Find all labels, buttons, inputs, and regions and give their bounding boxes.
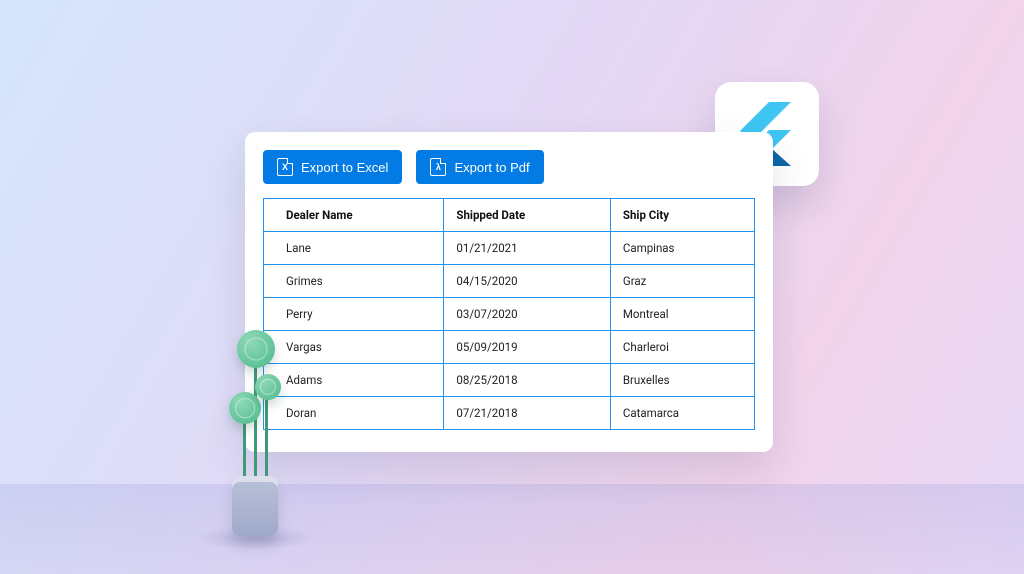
cell-date: 01/21/2021 [444,232,610,265]
export-excel-button[interactable]: X Export to Excel [263,150,402,184]
cell-city: Bruxelles [610,364,754,397]
cell-date: 05/09/2019 [444,331,610,364]
plant-shadow [195,526,315,550]
cell-city: Graz [610,265,754,298]
cell-city: Charleroi [610,331,754,364]
pdf-file-icon: λ [430,158,446,176]
col-header-dealer[interactable]: Dealer Name [264,199,444,232]
cell-dealer: Lane [264,232,444,265]
table-row[interactable]: Doran07/21/2018Catamarca [264,397,755,430]
excel-file-icon: X [277,158,293,176]
cell-date: 04/15/2020 [444,265,610,298]
cell-date: 08/25/2018 [444,364,610,397]
table-row[interactable]: Vargas05/09/2019Charleroi [264,331,755,364]
datagrid-card: X Export to Excel λ Export to Pdf Dealer… [245,132,773,452]
cell-dealer: Perry [264,298,444,331]
cell-date: 07/21/2018 [444,397,610,430]
floor-gradient [0,484,1024,574]
export-excel-label: Export to Excel [301,160,388,175]
col-header-city[interactable]: Ship City [610,199,754,232]
header-row: Dealer Name Shipped Date Ship City [264,199,755,232]
background: X Export to Excel λ Export to Pdf Dealer… [0,0,1024,574]
table-row[interactable]: Lane01/21/2021Campinas [264,232,755,265]
col-header-shipped[interactable]: Shipped Date [444,199,610,232]
cell-dealer: Doran [264,397,444,430]
export-pdf-label: Export to Pdf [454,160,529,175]
cell-dealer: Vargas [264,331,444,364]
cell-dealer: Adams [264,364,444,397]
table-row[interactable]: Grimes04/15/2020Graz [264,265,755,298]
grid-body: Lane01/21/2021CampinasGrimes04/15/2020Gr… [264,232,755,430]
table-row[interactable]: Adams08/25/2018Bruxelles [264,364,755,397]
export-pdf-button[interactable]: λ Export to Pdf [416,150,543,184]
cell-city: Montreal [610,298,754,331]
cell-city: Catamarca [610,397,754,430]
cell-date: 03/07/2020 [444,298,610,331]
data-grid: Dealer Name Shipped Date Ship City Lane0… [263,198,755,430]
table-row[interactable]: Perry03/07/2020Montreal [264,298,755,331]
cell-dealer: Grimes [264,265,444,298]
toolbar: X Export to Excel λ Export to Pdf [263,150,755,184]
cell-city: Campinas [610,232,754,265]
